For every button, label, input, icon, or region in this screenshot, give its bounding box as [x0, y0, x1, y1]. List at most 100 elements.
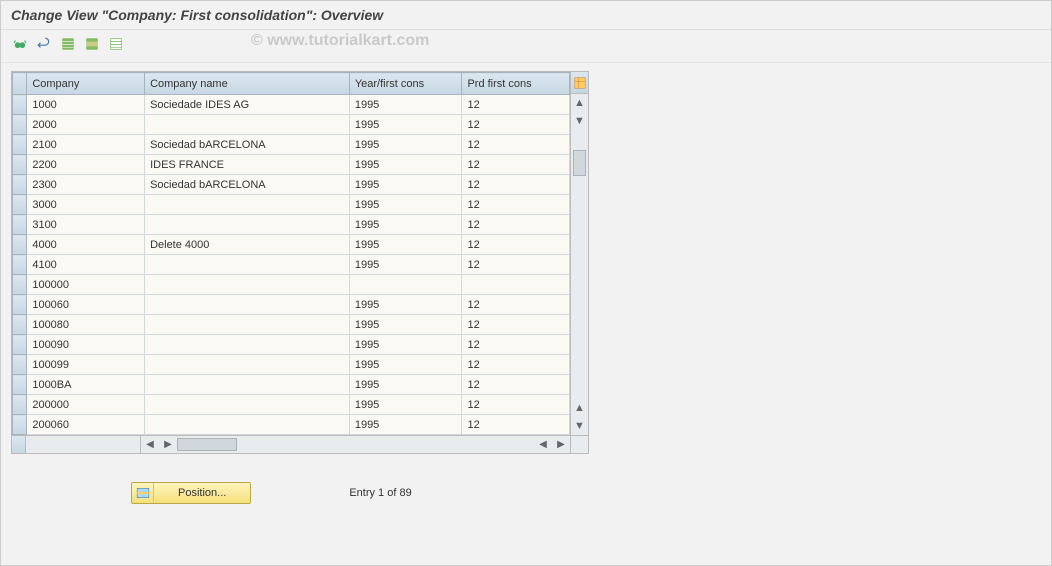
cell-company[interactable]: 100080: [27, 315, 145, 335]
row-selector[interactable]: [13, 155, 27, 175]
hscroll-left-button[interactable]: ◀: [141, 439, 159, 450]
row-selector-header[interactable]: [13, 73, 27, 95]
cell-company-name[interactable]: [145, 275, 350, 295]
cell-company[interactable]: 3000: [27, 195, 145, 215]
cell-prd[interactable]: 12: [462, 355, 570, 375]
scroll-down-end-button[interactable]: ▼: [571, 417, 588, 435]
cell-company[interactable]: 100000: [27, 275, 145, 295]
cell-company[interactable]: 100099: [27, 355, 145, 375]
scroll-down-button[interactable]: ▼: [571, 112, 588, 130]
cell-company-name[interactable]: [145, 355, 350, 375]
cell-company[interactable]: 4000: [27, 235, 145, 255]
vscroll-track[interactable]: [571, 130, 588, 399]
row-selector[interactable]: [13, 195, 27, 215]
cell-company-name[interactable]: Sociedad bARCELONA: [145, 175, 350, 195]
cell-year[interactable]: 1995: [349, 115, 462, 135]
cell-year[interactable]: 1995: [349, 135, 462, 155]
cell-company-name[interactable]: [145, 295, 350, 315]
cell-prd[interactable]: 12: [462, 375, 570, 395]
cell-year[interactable]: 1995: [349, 195, 462, 215]
cell-company[interactable]: 2000: [27, 115, 145, 135]
cell-company[interactable]: 3100: [27, 215, 145, 235]
row-selector[interactable]: [13, 215, 27, 235]
row-selector[interactable]: [13, 95, 27, 115]
row-selector[interactable]: [13, 255, 27, 275]
vertical-scrollbar[interactable]: ▲ ▼ ▲ ▼: [570, 72, 588, 435]
row-selector[interactable]: [13, 275, 27, 295]
cell-year[interactable]: 1995: [349, 335, 462, 355]
undo-button[interactable]: [33, 34, 55, 54]
cell-year[interactable]: [349, 275, 462, 295]
cell-company-name[interactable]: [145, 255, 350, 275]
hscroll-left-end-button[interactable]: ◀: [534, 439, 552, 450]
row-selector[interactable]: [13, 115, 27, 135]
hscroll-thumb[interactable]: [177, 438, 237, 451]
col-header-year[interactable]: Year/first cons: [349, 73, 462, 95]
cell-year[interactable]: 1995: [349, 95, 462, 115]
cell-year[interactable]: 1995: [349, 415, 462, 435]
cell-company-name[interactable]: [145, 375, 350, 395]
row-selector[interactable]: [13, 135, 27, 155]
cell-prd[interactable]: 12: [462, 235, 570, 255]
cell-company-name[interactable]: Sociedad bARCELONA: [145, 135, 350, 155]
cell-year[interactable]: 1995: [349, 315, 462, 335]
cell-company-name[interactable]: [145, 315, 350, 335]
scroll-up-end-button[interactable]: ▲: [571, 399, 588, 417]
select-all-button[interactable]: [57, 34, 79, 54]
cell-prd[interactable]: 12: [462, 95, 570, 115]
cell-company-name[interactable]: IDES FRANCE: [145, 155, 350, 175]
cell-company[interactable]: 4100: [27, 255, 145, 275]
cell-year[interactable]: 1995: [349, 255, 462, 275]
cell-company[interactable]: 200060: [27, 415, 145, 435]
row-selector[interactable]: [13, 375, 27, 395]
table-settings-button[interactable]: [571, 72, 588, 94]
cell-prd[interactable]: 12: [462, 175, 570, 195]
cell-prd[interactable]: 12: [462, 255, 570, 275]
cell-company[interactable]: 1000: [27, 95, 145, 115]
cell-company-name[interactable]: [145, 115, 350, 135]
cell-company-name[interactable]: [145, 335, 350, 355]
cell-year[interactable]: 1995: [349, 175, 462, 195]
cell-company[interactable]: 200000: [27, 395, 145, 415]
cell-prd[interactable]: 12: [462, 335, 570, 355]
col-header-company[interactable]: Company: [27, 73, 145, 95]
cell-company[interactable]: 100060: [27, 295, 145, 315]
cell-prd[interactable]: 12: [462, 135, 570, 155]
other-view-button[interactable]: [9, 34, 31, 54]
hscroll-track[interactable]: [177, 436, 534, 453]
cell-company[interactable]: 100090: [27, 335, 145, 355]
cell-prd[interactable]: [462, 275, 570, 295]
cell-year[interactable]: 1995: [349, 355, 462, 375]
cell-prd[interactable]: 12: [462, 195, 570, 215]
cell-year[interactable]: 1995: [349, 155, 462, 175]
row-selector[interactable]: [13, 415, 27, 435]
horizontal-scrollbar[interactable]: ◀ ▶ ◀ ▶: [12, 435, 588, 453]
cell-company-name[interactable]: Sociedade IDES AG: [145, 95, 350, 115]
deselect-all-button[interactable]: [105, 34, 127, 54]
cell-company[interactable]: 2100: [27, 135, 145, 155]
cell-company-name[interactable]: [145, 215, 350, 235]
cell-company-name[interactable]: [145, 395, 350, 415]
row-selector[interactable]: [13, 295, 27, 315]
cell-prd[interactable]: 12: [462, 295, 570, 315]
cell-year[interactable]: 1995: [349, 395, 462, 415]
cell-company[interactable]: 2200: [27, 155, 145, 175]
cell-prd[interactable]: 12: [462, 315, 570, 335]
cell-company-name[interactable]: [145, 415, 350, 435]
row-selector[interactable]: [13, 175, 27, 195]
cell-company-name[interactable]: Delete 4000: [145, 235, 350, 255]
row-selector[interactable]: [13, 395, 27, 415]
row-selector[interactable]: [13, 355, 27, 375]
select-block-button[interactable]: [81, 34, 103, 54]
row-selector[interactable]: [13, 235, 27, 255]
cell-year[interactable]: 1995: [349, 295, 462, 315]
cell-company[interactable]: 1000BA: [27, 375, 145, 395]
vscroll-thumb[interactable]: [573, 150, 586, 176]
cell-prd[interactable]: 12: [462, 155, 570, 175]
hscroll-right-end-button[interactable]: ▶: [552, 439, 570, 450]
row-selector[interactable]: [13, 335, 27, 355]
col-header-company-name[interactable]: Company name: [145, 73, 350, 95]
cell-year[interactable]: 1995: [349, 215, 462, 235]
position-button[interactable]: Position...: [131, 482, 251, 504]
cell-prd[interactable]: 12: [462, 215, 570, 235]
